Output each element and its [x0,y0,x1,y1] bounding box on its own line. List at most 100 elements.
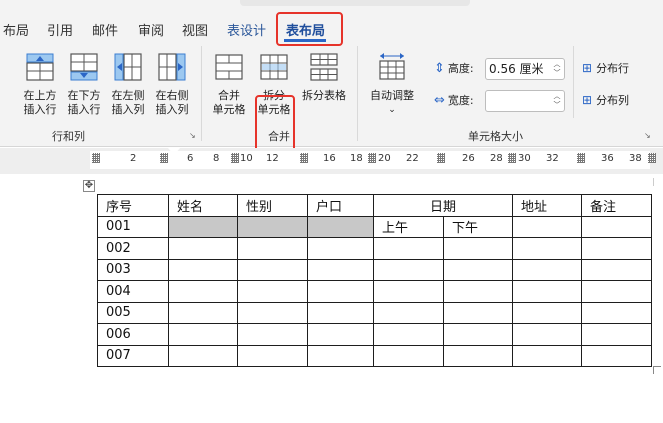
table-cell[interactable] [168,237,238,260]
document-table[interactable]: 序号 姓名 性别 户口 日期 地址 备注 001 上午 下午 002 003 0… [97,194,652,367]
table-cell[interactable] [581,323,652,346]
ruler-column-marker[interactable] [648,153,656,163]
tab-layout[interactable]: 布局 [3,20,29,39]
cell-gender-selected[interactable] [237,215,308,238]
table-cell[interactable] [168,344,238,367]
cell-seq[interactable]: 005 [97,301,169,324]
table-cell[interactable] [373,344,444,367]
tab-view[interactable]: 视图 [182,20,208,39]
tab-table-layout[interactable]: 表布局 [286,20,325,39]
ruler-column-marker[interactable] [368,153,376,163]
col-width-spinner-icon[interactable]: ︿ ﹀ [552,92,562,110]
ruler-column-marker[interactable] [300,153,308,163]
split-table-button[interactable]: 拆分表格 [297,51,351,103]
header-gender[interactable]: 性别 [237,194,308,217]
table-cell[interactable] [512,344,582,367]
header-address[interactable]: 地址 [512,194,582,217]
header-household[interactable]: 户口 [307,194,374,217]
ruler-column-marker[interactable] [92,153,100,163]
table-cell[interactable] [237,258,308,281]
row-height-spinner-icon[interactable]: ︿ ﹀ [552,60,562,78]
table-cell[interactable] [373,280,444,303]
table-cell[interactable] [307,323,374,346]
table-cell[interactable] [581,301,652,324]
cell-seq[interactable]: 004 [97,280,169,303]
ruler-column-marker[interactable] [508,153,516,163]
table-cell[interactable] [307,280,374,303]
row-height-input[interactable]: 0.56 厘米 ︿ ﹀ [485,58,565,80]
table-cell[interactable] [373,301,444,324]
table-cell[interactable] [307,344,374,367]
table-cell[interactable] [581,258,652,281]
table-cell[interactable] [307,237,374,260]
table-cell[interactable] [443,280,513,303]
insert-row-above-button[interactable]: 在上方 插入行 [18,51,62,117]
split-cells-button[interactable]: 拆分 单元格 [252,51,296,117]
cell-seq[interactable]: 007 [97,344,169,367]
table-resize-handle-icon[interactable] [653,366,661,374]
table-cell[interactable] [512,323,582,346]
cell-seq[interactable]: 006 [97,323,169,346]
merge-cells-button[interactable]: 合并 单元格 [207,51,251,117]
insert-row-below-button[interactable]: 在下方 插入行 [62,51,106,117]
col-width-input[interactable]: ︿ ﹀ [485,90,565,112]
table-cell[interactable] [443,301,513,324]
table-cell[interactable] [581,344,652,367]
table-cell[interactable] [373,323,444,346]
table-cell[interactable] [443,258,513,281]
horizontal-ruler[interactable]: 2 6 8 10 12 16 18 20 22 26 28 30 32 36 3… [0,148,663,174]
cell-size-launcher-icon[interactable]: ↘ [644,131,653,140]
table-cell[interactable] [168,301,238,324]
table-cell[interactable] [512,237,582,260]
insert-col-left-button[interactable]: 在左侧 插入列 [106,51,150,117]
subheader-pm[interactable]: 下午 [443,215,513,238]
document-page[interactable]: ✥ 序号 姓名 性别 户口 日期 地址 备注 001 上午 下午 002 003… [0,174,663,423]
table-cell[interactable] [373,237,444,260]
table-cell[interactable] [581,280,652,303]
table-cell[interactable] [443,237,513,260]
ruler-column-marker[interactable] [160,153,168,163]
table-cell[interactable] [237,323,308,346]
table-cell[interactable] [168,258,238,281]
table-cell[interactable] [237,344,308,367]
table-cell[interactable] [373,258,444,281]
autofit-button[interactable]: 自动调整 ⌄ [365,51,419,117]
table-cell[interactable] [443,344,513,367]
header-name[interactable]: 姓名 [168,194,238,217]
table-cell[interactable] [237,280,308,303]
table-cell[interactable] [512,280,582,303]
cell-household-selected[interactable] [307,215,374,238]
table-cell[interactable] [581,237,652,260]
table-cell[interactable] [307,301,374,324]
header-date[interactable]: 日期 [373,194,513,217]
tab-mailings[interactable]: 邮件 [92,20,118,39]
table-cell[interactable] [237,237,308,260]
cell-name-selected[interactable] [168,215,238,238]
tab-references[interactable]: 引用 [47,20,73,39]
table-cell[interactable] [512,258,582,281]
cell-remarks[interactable] [581,215,652,238]
subheader-am[interactable]: 上午 [373,215,444,238]
first-line-indent-marker[interactable] [168,148,180,155]
cell-address[interactable] [512,215,582,238]
rows-cols-launcher-icon[interactable]: ↘ [189,131,198,140]
distribute-rows-button[interactable]: ⊞ 分布行 [582,60,629,76]
table-cell[interactable] [512,301,582,324]
table-cell[interactable] [443,323,513,346]
header-remarks[interactable]: 备注 [581,194,652,217]
table-move-handle-icon[interactable]: ✥ [83,180,95,192]
insert-col-right-button[interactable]: 在右侧 插入列 [150,51,194,117]
cell-seq[interactable]: 001 [97,215,169,238]
ruler-column-marker[interactable] [577,153,585,163]
ruler-column-marker[interactable] [231,153,239,163]
cell-seq[interactable]: 002 [97,237,169,260]
header-seq[interactable]: 序号 [97,194,169,217]
ruler-column-marker[interactable] [437,153,445,163]
tab-table-design[interactable]: 表设计 [227,20,266,39]
distribute-cols-button[interactable]: ⊞ 分布列 [582,92,629,108]
tab-review[interactable]: 审阅 [138,20,164,39]
table-cell[interactable] [168,323,238,346]
table-cell[interactable] [307,258,374,281]
table-cell[interactable] [237,301,308,324]
table-cell[interactable] [168,280,238,303]
